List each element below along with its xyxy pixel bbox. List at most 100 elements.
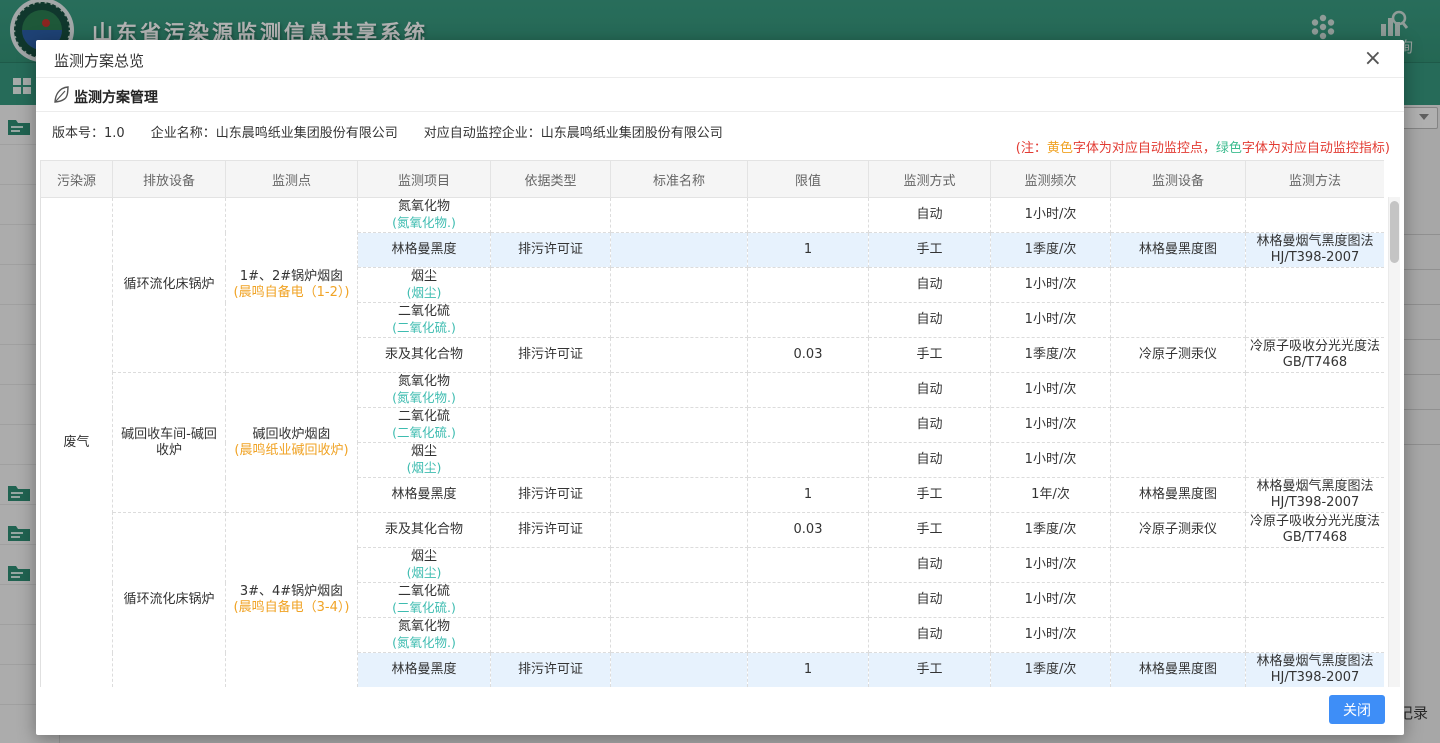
limit-cell (748, 618, 869, 653)
monitor-method-cell (1246, 443, 1385, 478)
monitor-frequency-cell: 1季度/次 (991, 233, 1111, 268)
item-auto-indicator-label: (氮氧化物.) (361, 635, 487, 651)
standard-name-cell (611, 653, 748, 688)
monitor-mode-cell: 手工 (869, 233, 991, 268)
monitor-mode-cell: 手工 (869, 653, 991, 688)
monitor-equipment-cell (1111, 443, 1246, 478)
column-header: 监测点 (226, 161, 358, 198)
basis-type-cell: 排污许可证 (491, 233, 611, 268)
pen-icon (52, 85, 72, 109)
standard-name-cell (611, 233, 748, 268)
limit-cell: 1 (748, 233, 869, 268)
standard-name-cell (611, 303, 748, 338)
monitor-frequency-cell: 1小时/次 (991, 268, 1111, 303)
limit-cell (748, 268, 869, 303)
standard-name-cell (611, 548, 748, 583)
monitor-equipment-cell: 林格曼黑度图 (1111, 653, 1246, 688)
column-header: 排放设备 (113, 161, 226, 198)
column-header: 监测方法 (1246, 161, 1385, 198)
column-header: 监测项目 (358, 161, 491, 198)
basis-type-cell (491, 373, 611, 408)
standard-name-cell (611, 338, 748, 373)
item-auto-indicator-label: (烟尘) (361, 285, 487, 301)
monitor-equipment-cell (1111, 618, 1246, 653)
monitor-mode-cell: 手工 (869, 338, 991, 373)
monitor-method-cell: 林格曼烟气黑度图法HJ/T398-2007 (1246, 478, 1385, 513)
item-auto-indicator-label: (二氧化硫.) (361, 320, 487, 336)
scrollbar-thumb[interactable] (1390, 201, 1399, 263)
monitor-method-cell (1246, 268, 1385, 303)
monitoring-plan-table-wrap: 污染源排放设备监测点监测项目依据类型标准名称限值监测方式监测频次监测设备监测方法… (40, 160, 1384, 687)
standard-name-cell (611, 513, 748, 548)
standard-name-cell (611, 478, 748, 513)
table-row[interactable]: 废气循环流化床锅炉1#、2#锅炉烟囱(晨鸣自备电（1-2）)氮氧化物(氮氧化物.… (41, 198, 1385, 233)
standard-name-cell (611, 268, 748, 303)
limit-cell (748, 548, 869, 583)
monitor-mode-cell: 自动 (869, 618, 991, 653)
limit-cell (748, 373, 869, 408)
close-icon[interactable]: × (1364, 46, 1382, 72)
pollution-source-cell: 废气 (41, 198, 113, 688)
limit-cell (748, 443, 869, 478)
basis-type-cell (491, 268, 611, 303)
basis-type-cell (491, 583, 611, 618)
monitor-mode-cell: 自动 (869, 303, 991, 338)
item-auto-indicator-label: (氮氧化物.) (361, 215, 487, 231)
table-row[interactable]: 循环流化床锅炉3#、4#锅炉烟囱(晨鸣自备电（3-4）)汞及其化合物排污许可证0… (41, 513, 1385, 548)
monitor-mode-cell: 手工 (869, 478, 991, 513)
monitor-mode-cell: 自动 (869, 583, 991, 618)
monitor-equipment-cell: 冷原子测汞仪 (1111, 513, 1246, 548)
item-cell: 氮氧化物(氮氧化物.) (358, 618, 491, 653)
monitor-mode-cell: 自动 (869, 268, 991, 303)
monitor-frequency-cell: 1小时/次 (991, 443, 1111, 478)
monitor-method-cell: 冷原子吸收分光光度法GB/T7468 (1246, 513, 1385, 548)
monitor-equipment-cell (1111, 408, 1246, 443)
monitor-equipment-cell (1111, 303, 1246, 338)
monitor-frequency-cell: 1小时/次 (991, 303, 1111, 338)
monitor-equipment-cell (1111, 583, 1246, 618)
monitoring-point-auto-label: (晨鸣自备电（3-4）) (229, 600, 354, 616)
standard-name-cell (611, 408, 748, 443)
limit-cell (748, 408, 869, 443)
limit-cell: 0.03 (748, 513, 869, 548)
monitor-frequency-cell: 1小时/次 (991, 198, 1111, 233)
section-title: 监测方案管理 (74, 87, 158, 107)
monitor-equipment-cell (1111, 198, 1246, 233)
item-auto-indicator-label: (二氧化硫.) (361, 600, 487, 616)
table-scrollbar[interactable] (1388, 197, 1400, 687)
basis-type-cell: 排污许可证 (491, 513, 611, 548)
monitor-frequency-cell: 1小时/次 (991, 373, 1111, 408)
note-yellow-word: 黄色 (1047, 141, 1073, 156)
monitor-equipment-cell (1111, 373, 1246, 408)
table-row[interactable]: 碱回收车间-碱回收炉碱回收炉烟囱(晨鸣纸业碱回收炉)氮氧化物(氮氧化物.)自动1… (41, 373, 1385, 408)
monitoring-point-cell: 1#、2#锅炉烟囱(晨鸣自备电（1-2）) (226, 198, 358, 373)
version-label: 版本号：1.0 (52, 126, 125, 141)
monitor-method-cell (1246, 303, 1385, 338)
monitoring-plan-modal: 监测方案总览 × 监测方案管理 版本号：1.0企业名称：山东晨鸣纸业集团股份有限… (36, 40, 1404, 735)
item-auto-indicator-label: (二氧化硫.) (361, 425, 487, 441)
monitoring-point-cell: 碱回收炉烟囱(晨鸣纸业碱回收炉) (226, 373, 358, 513)
limit-cell: 1 (748, 478, 869, 513)
basis-type-cell (491, 548, 611, 583)
item-cell: 二氧化硫(二氧化硫.) (358, 408, 491, 443)
item-cell: 二氧化硫(二氧化硫.) (358, 303, 491, 338)
monitor-frequency-cell: 1小时/次 (991, 408, 1111, 443)
item-cell: 汞及其化合物 (358, 338, 491, 373)
column-header: 监测设备 (1111, 161, 1246, 198)
item-auto-indicator-label: (烟尘) (361, 565, 487, 581)
monitor-method-cell: 林格曼烟气黑度图法HJ/T398-2007 (1246, 233, 1385, 268)
close-button[interactable]: 关闭 (1329, 695, 1385, 724)
monitor-method-cell (1246, 198, 1385, 233)
monitor-mode-cell: 自动 (869, 408, 991, 443)
limit-cell (748, 303, 869, 338)
monitor-method-cell (1246, 618, 1385, 653)
company-label: 企业名称：山东晨鸣纸业集团股份有限公司 (151, 126, 398, 141)
item-cell: 氮氧化物(氮氧化物.) (358, 373, 491, 408)
monitor-equipment-cell: 冷原子测汞仪 (1111, 338, 1246, 373)
monitor-frequency-cell: 1小时/次 (991, 618, 1111, 653)
monitor-mode-cell: 手工 (869, 513, 991, 548)
limit-cell: 1 (748, 653, 869, 688)
standard-name-cell (611, 198, 748, 233)
column-header: 监测方式 (869, 161, 991, 198)
monitor-frequency-cell: 1季度/次 (991, 653, 1111, 688)
